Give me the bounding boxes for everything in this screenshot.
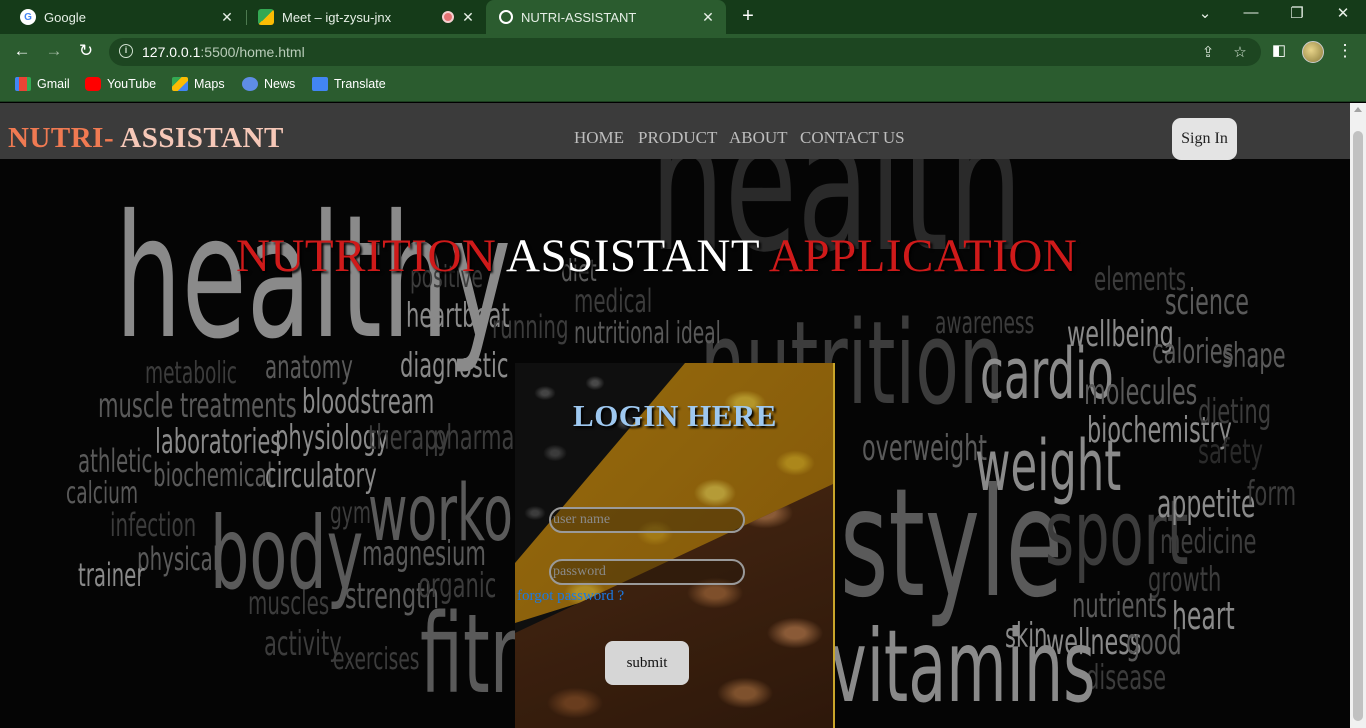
browser-tab-bar: G Google ✕ Meet – igt-zysu-jnx ✕ NUTRI-A… xyxy=(0,0,1366,34)
background-word: appetite xyxy=(1157,482,1256,526)
new-tab-button[interactable]: + xyxy=(737,5,759,28)
background-word: laboratories xyxy=(155,422,282,462)
url-text: 127.0.0.1:5500/home.html xyxy=(142,44,305,60)
tab-search-icon[interactable]: ⌄ xyxy=(1190,4,1220,22)
background-word: dieting xyxy=(1198,392,1272,432)
background-word: molecules xyxy=(1084,372,1198,413)
background-word: medicine xyxy=(1160,522,1257,562)
brand-logo-text[interactable]: NUTRI- ASSISTANT xyxy=(8,122,284,155)
submit-button[interactable]: submit xyxy=(605,641,689,685)
bookmark-star-icon[interactable]: ☆ xyxy=(1230,43,1250,61)
background-word: vitamins xyxy=(830,608,1096,725)
tab-title: Google xyxy=(44,9,86,25)
translate-icon xyxy=(312,77,328,91)
bookmark-translate[interactable]: Translate xyxy=(312,77,386,91)
nav-link-product[interactable]: PRODUCT xyxy=(638,128,717,148)
close-tab-icon[interactable]: ✕ xyxy=(460,9,476,26)
background-word: elements xyxy=(1094,260,1187,298)
menu-icon[interactable]: ⋮ xyxy=(1333,41,1357,61)
background-word: safety xyxy=(1198,432,1264,472)
bookmarks-bar: Gmail YouTube Maps News Translate xyxy=(0,70,1366,102)
background-word: athletic xyxy=(78,442,153,480)
close-tab-icon[interactable]: ✕ xyxy=(219,9,235,26)
forward-icon[interactable]: → xyxy=(42,41,66,61)
background-word: calcium xyxy=(66,476,139,511)
background-word: disease xyxy=(1086,658,1167,698)
background-word: running xyxy=(492,308,569,346)
background-word: nutritional ideal xyxy=(574,316,721,351)
reload-icon[interactable]: ↻ xyxy=(74,41,98,61)
minimize-button[interactable]: — xyxy=(1236,4,1266,21)
nav-link-contact-us[interactable]: CONTACT US xyxy=(800,128,905,148)
side-panel-icon[interactable]: ◧ xyxy=(1267,41,1291,59)
background-word: trainer xyxy=(78,556,145,594)
bookmark-maps[interactable]: Maps xyxy=(172,77,225,91)
background-word: anatomy xyxy=(265,348,353,386)
background-word: medical xyxy=(574,282,653,320)
tab-google[interactable]: G Google ✕ xyxy=(0,0,245,34)
youtube-icon xyxy=(85,77,101,91)
background-word: gym xyxy=(330,496,371,531)
back-icon[interactable]: ← xyxy=(10,41,34,61)
background-word: biochemical xyxy=(153,456,273,494)
background-word: infection xyxy=(110,506,197,544)
hero-heading: NUTRITION ASSISTANT APPLICATION xyxy=(236,230,1078,282)
tab-nutri-assistant[interactable]: NUTRI-ASSISTANT ✕ xyxy=(486,0,726,34)
site-navbar: NUTRI- ASSISTANT HOME PRODUCT ABOUT CONT… xyxy=(0,103,1350,160)
tab-title: Meet – igt-zysu-jnx xyxy=(282,9,392,25)
bookmark-gmail[interactable]: Gmail xyxy=(15,77,70,91)
scroll-up-icon[interactable] xyxy=(1354,107,1362,112)
site-info-icon[interactable]: i xyxy=(119,44,133,58)
tab-meet[interactable]: Meet – igt-zysu-jnx ✕ xyxy=(238,0,486,34)
password-input[interactable] xyxy=(549,559,745,585)
background-word: good xyxy=(1126,622,1182,663)
background-word: muscles xyxy=(248,584,330,622)
nav-link-home[interactable]: HOME xyxy=(574,128,624,148)
background-word: circulatory xyxy=(265,456,377,496)
restore-button[interactable]: ❐ xyxy=(1282,4,1312,22)
background-word: activity xyxy=(264,624,342,664)
page-scrollbar[interactable] xyxy=(1350,103,1366,728)
tab-title: NUTRI-ASSISTANT xyxy=(521,9,637,25)
background-word: shape xyxy=(1222,336,1286,376)
profile-avatar[interactable] xyxy=(1302,41,1324,63)
news-icon xyxy=(242,77,258,91)
page-viewport: healthy health nutrition heartbeat runni… xyxy=(0,103,1350,728)
globe-icon xyxy=(499,10,513,24)
login-title: LOGIN HERE xyxy=(573,398,777,433)
bookmark-youtube[interactable]: YouTube xyxy=(85,77,156,91)
username-input[interactable] xyxy=(549,507,745,533)
gmail-icon xyxy=(15,77,31,91)
forgot-password-link[interactable]: forgot password ? xyxy=(517,588,624,605)
recording-indicator-icon xyxy=(442,11,454,23)
background-word: style xyxy=(840,457,1064,631)
google-icon: G xyxy=(20,9,36,25)
background-word: physical xyxy=(137,540,219,578)
scrollbar-thumb[interactable] xyxy=(1353,131,1363,721)
close-window-button[interactable]: ✕ xyxy=(1328,4,1358,22)
bookmark-news[interactable]: News xyxy=(242,77,295,91)
background-word: exercises xyxy=(333,642,420,677)
address-bar[interactable]: i 127.0.0.1:5500/home.html ⇪ ☆ xyxy=(109,38,1261,66)
nav-link-about[interactable]: ABOUT xyxy=(729,128,788,148)
background-word: awareness xyxy=(935,306,1035,341)
background-word: form xyxy=(1247,474,1297,514)
background-word: bloodstream xyxy=(302,382,435,422)
browser-toolbar: ← → ↻ i 127.0.0.1:5500/home.html ⇪ ☆ ◧ ⋮ xyxy=(0,34,1366,70)
google-meet-icon xyxy=(258,9,274,25)
close-tab-icon[interactable]: ✕ xyxy=(700,9,716,26)
maps-icon xyxy=(172,77,188,91)
share-icon[interactable]: ⇪ xyxy=(1198,43,1218,61)
background-word: muscle treatments xyxy=(98,386,297,426)
sign-in-button[interactable]: Sign In xyxy=(1172,118,1237,160)
background-word: diagnostic xyxy=(400,346,509,386)
background-word: metabolic xyxy=(145,356,238,391)
